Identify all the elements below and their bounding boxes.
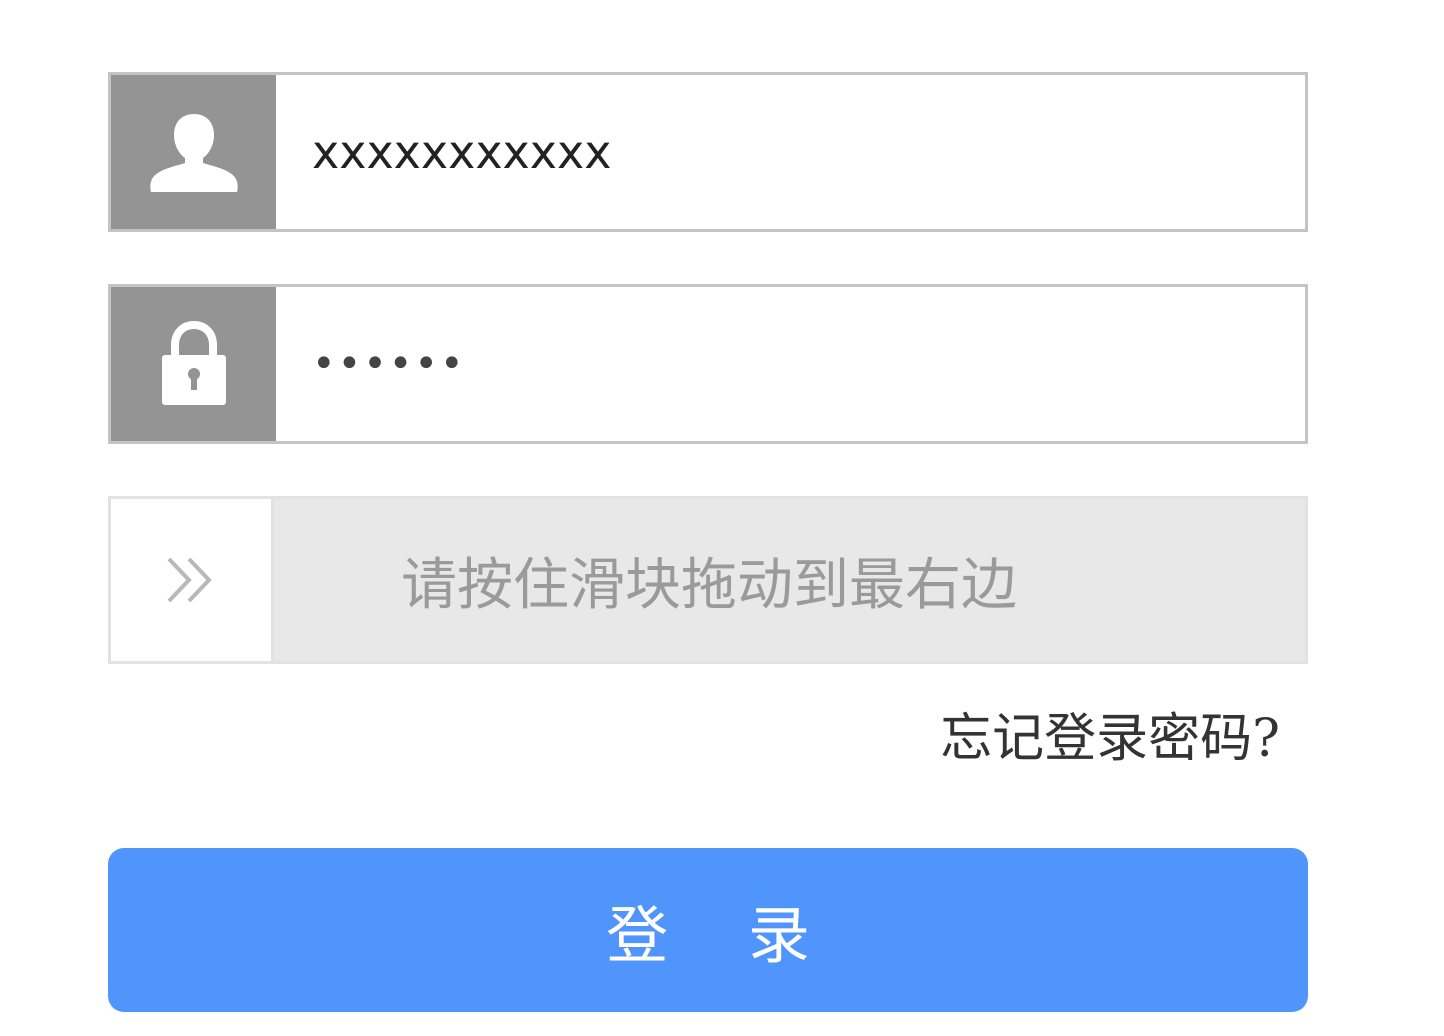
user-icon <box>111 75 276 229</box>
lock-icon <box>111 287 276 441</box>
slider-hint-text: 请按住滑块拖动到最右边 <box>401 552 1017 618</box>
password-input[interactable]: •••••• <box>276 287 1305 441</box>
slider-captcha: 请按住滑块拖动到最右边 <box>108 496 1308 664</box>
username-input[interactable] <box>276 75 1305 229</box>
slider-handle[interactable] <box>111 499 274 661</box>
password-field[interactable]: •••••• <box>108 284 1308 444</box>
double-chevron-right-icon <box>167 557 212 603</box>
login-button[interactable]: 登 录 <box>108 848 1308 1012</box>
forgot-password-link[interactable]: 忘记登录密码? <box>940 696 1280 771</box>
username-field[interactable] <box>108 72 1308 232</box>
